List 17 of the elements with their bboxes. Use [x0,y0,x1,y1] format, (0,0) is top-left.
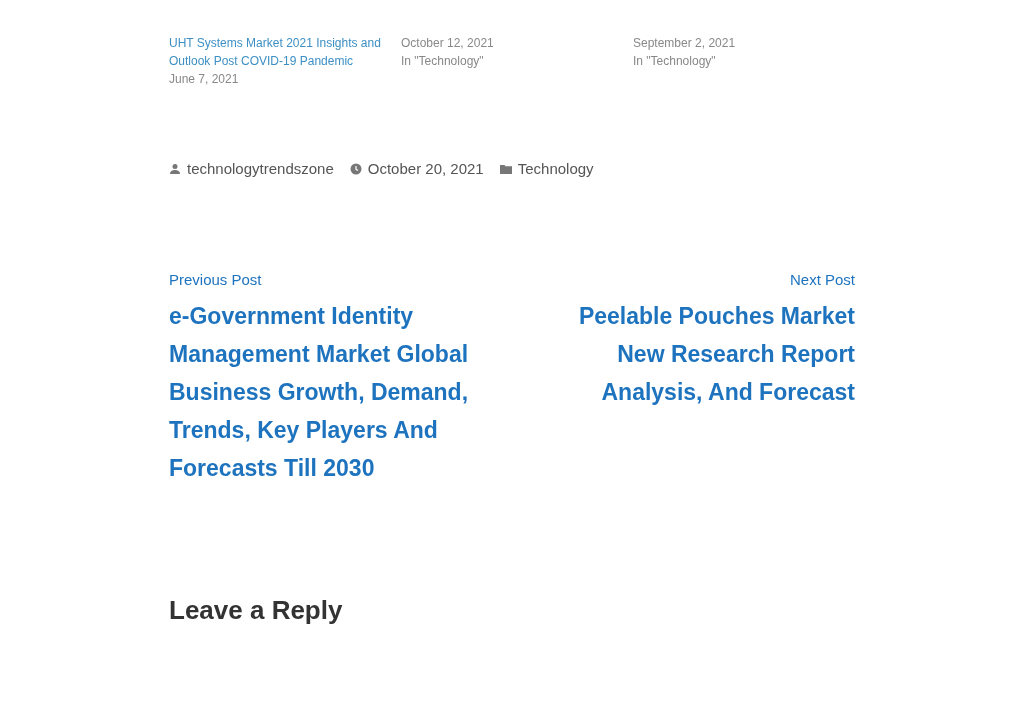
person-icon [169,162,181,175]
next-post-label: Next Post [789,270,855,290]
clock-icon [349,162,362,175]
related-post-category: In "Technology" [633,53,716,70]
related-post-category: In "Technology" [401,53,484,70]
category-link[interactable]: Technology [517,160,594,177]
previous-post-link[interactable]: e-Government Identity Management Market Global Business Growth, Demand, Trends, Key Players And Forecasts Till 2030 [169,297,469,487]
folder-icon [499,162,512,175]
previous-post-label: Previous Post [169,270,262,290]
post-date-link[interactable]: October 20, 2021 [367,160,484,177]
related-post-date: September 2, 2021 [633,35,736,52]
related-post-date: October 12, 2021 [401,35,494,52]
related-post-link[interactable]: UHT Systems Market 2021 Insights and Outlook Post COVID-19 Pandemic [169,34,384,70]
next-post-link[interactable]: Peelable Pouches Market New Research Report Analysis, And Forecast [535,297,855,411]
related-post-date: June 7, 2021 [169,71,239,88]
author-link[interactable]: technologytrendszone [187,160,334,177]
reply-heading: Leave a Reply [169,595,344,626]
